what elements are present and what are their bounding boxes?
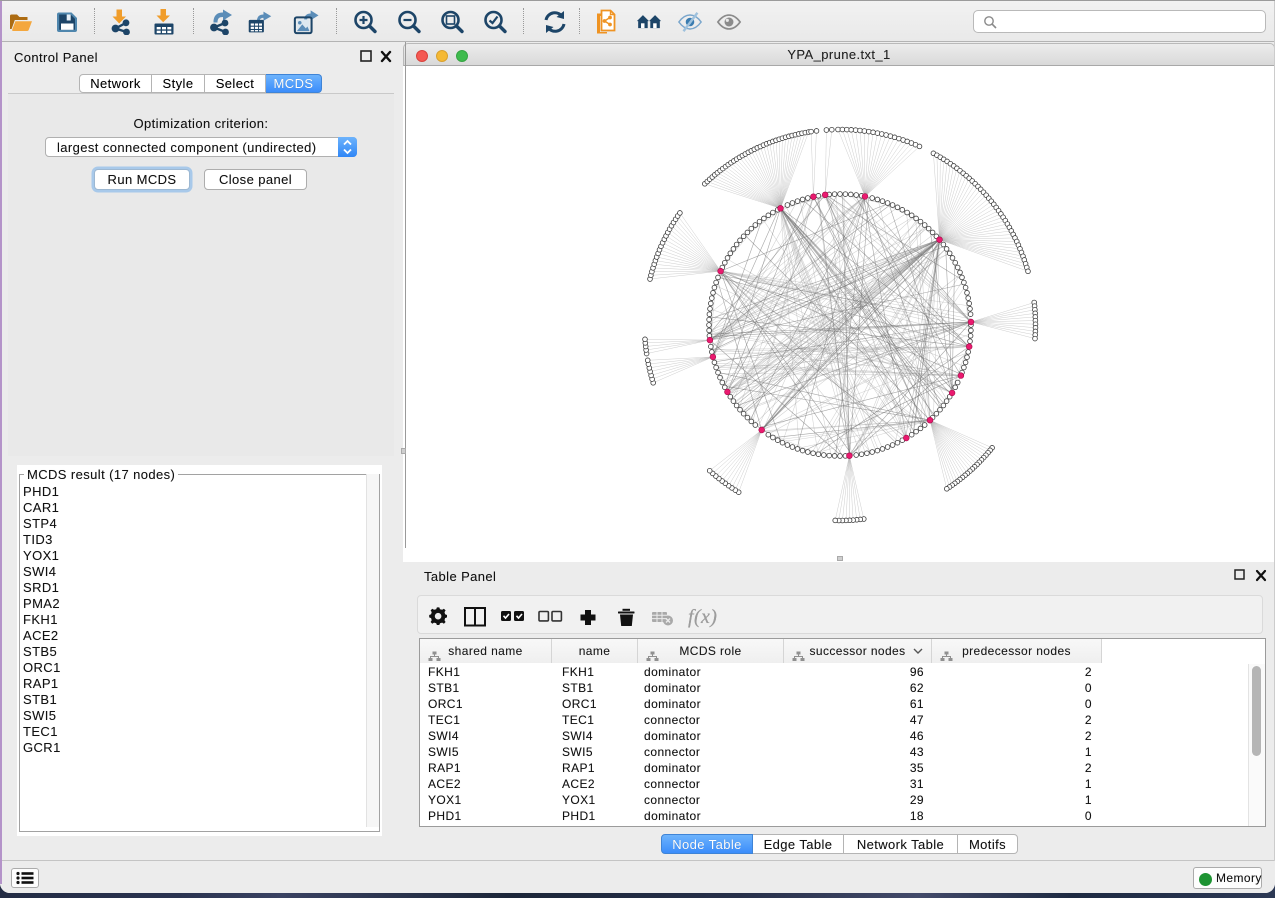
svg-text:f(x): f(x)	[688, 606, 717, 628]
